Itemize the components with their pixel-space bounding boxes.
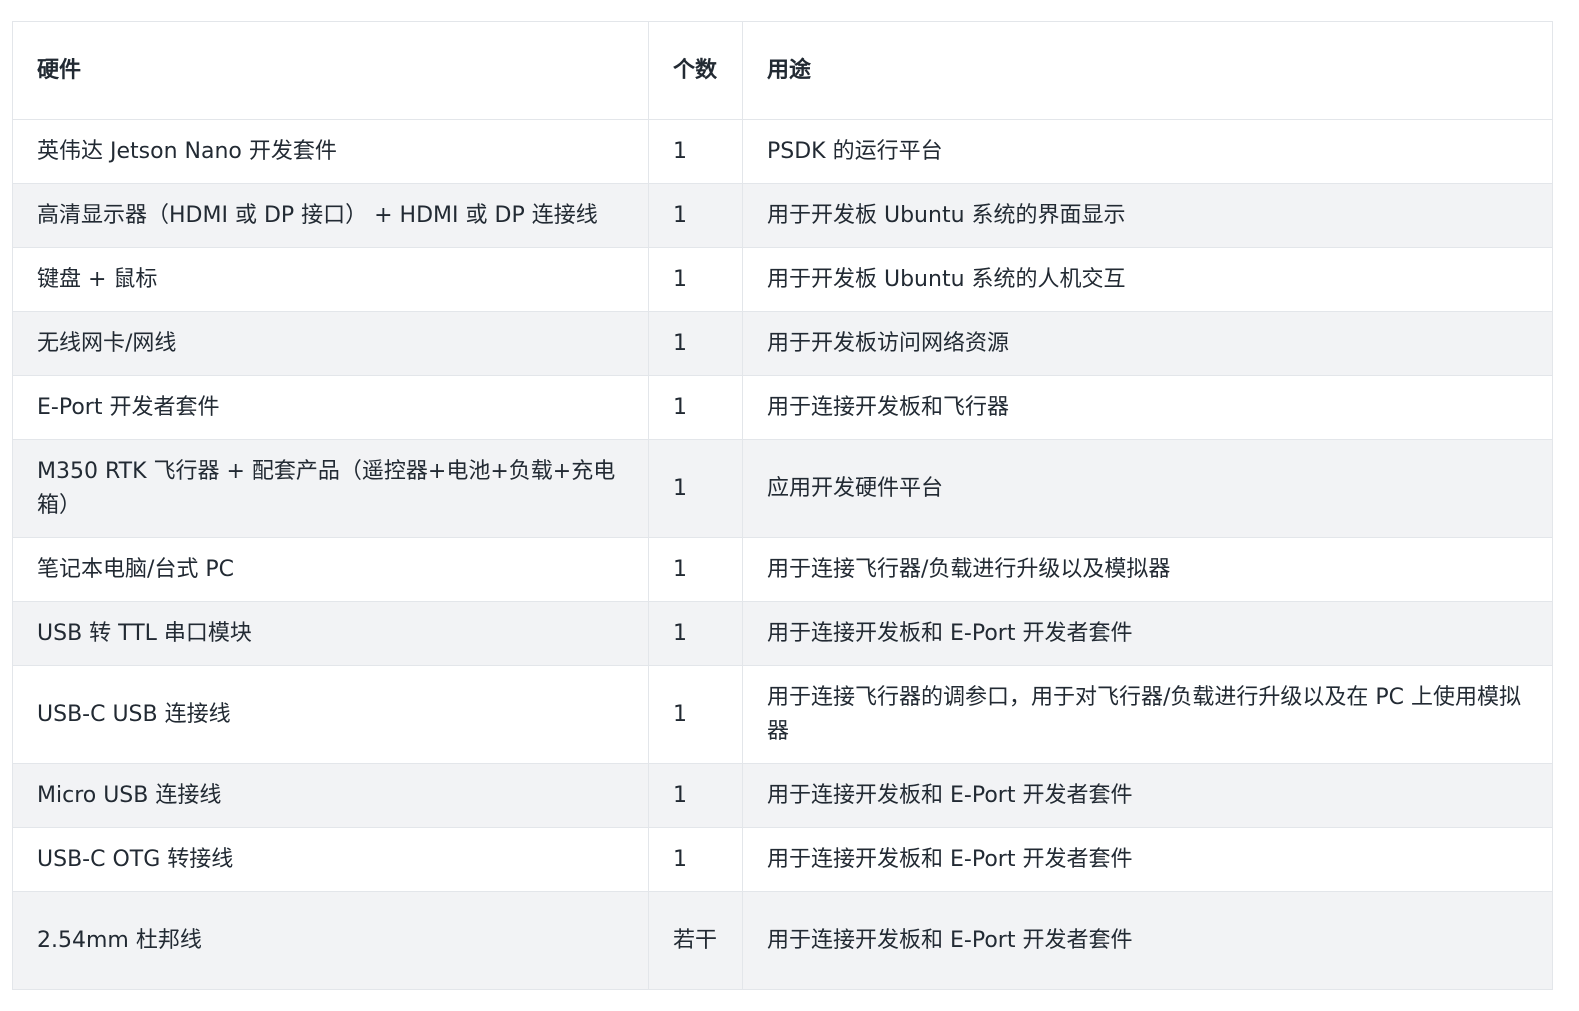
cell-usage: PSDK 的运行平台 [742,119,1553,184]
table-row: Micro USB 连接线 1 用于连接开发板和 E-Port 开发者套件 [12,763,1553,828]
hardware-table-container: 硬件 个数 用途 英伟达 Jetson Nano 开发套件 1 PSDK 的运行… [12,21,1553,990]
cell-count: 1 [648,311,743,376]
cell-usage: 用于开发板 Ubuntu 系统的人机交互 [742,247,1553,312]
cell-count: 1 [648,439,743,538]
table-row: USB 转 TTL 串口模块 1 用于连接开发板和 E-Port 开发者套件 [12,601,1553,666]
header-count: 个数 [648,21,743,120]
cell-hardware: USB-C USB 连接线 [12,665,649,764]
cell-hardware: USB 转 TTL 串口模块 [12,601,649,666]
cell-count: 1 [648,601,743,666]
cell-usage: 用于开发板 Ubuntu 系统的界面显示 [742,183,1553,248]
table-row: 键盘 + 鼠标 1 用于开发板 Ubuntu 系统的人机交互 [12,247,1553,312]
cell-hardware: 英伟达 Jetson Nano 开发套件 [12,119,649,184]
header-usage: 用途 [742,21,1553,120]
cell-hardware: 键盘 + 鼠标 [12,247,649,312]
table-row: E-Port 开发者套件 1 用于连接开发板和飞行器 [12,375,1553,440]
cell-hardware: USB-C OTG 转接线 [12,827,649,892]
cell-count: 1 [648,247,743,312]
table-row: USB-C OTG 转接线 1 用于连接开发板和 E-Port 开发者套件 [12,827,1553,892]
cell-usage: 用于连接开发板和飞行器 [742,375,1553,440]
cell-usage: 用于连接开发板和 E-Port 开发者套件 [742,601,1553,666]
cell-usage: 用于连接开发板和 E-Port 开发者套件 [742,891,1553,990]
table-row: 英伟达 Jetson Nano 开发套件 1 PSDK 的运行平台 [12,119,1553,184]
hardware-table: 硬件 个数 用途 英伟达 Jetson Nano 开发套件 1 PSDK 的运行… [12,21,1553,990]
cell-count: 1 [648,763,743,828]
cell-count: 1 [648,119,743,184]
cell-hardware: 2.54mm 杜邦线 [12,891,649,990]
table-row: M350 RTK 飞行器 + 配套产品（遥控器+电池+负载+充电箱） 1 应用开… [12,439,1553,538]
cell-count: 若干 [648,891,743,990]
table-row: USB-C USB 连接线 1 用于连接飞行器的调参口，用于对飞行器/负载进行升… [12,665,1553,764]
cell-hardware: M350 RTK 飞行器 + 配套产品（遥控器+电池+负载+充电箱） [12,439,649,538]
cell-usage: 用于连接飞行器的调参口，用于对飞行器/负载进行升级以及在 PC 上使用模拟器 [742,665,1553,764]
cell-hardware: 笔记本电脑/台式 PC [12,537,649,602]
cell-usage: 用于连接开发板和 E-Port 开发者套件 [742,763,1553,828]
cell-usage: 用于连接飞行器/负载进行升级以及模拟器 [742,537,1553,602]
cell-usage: 用于开发板访问网络资源 [742,311,1553,376]
cell-usage: 用于连接开发板和 E-Port 开发者套件 [742,827,1553,892]
cell-hardware: Micro USB 连接线 [12,763,649,828]
cell-count: 1 [648,537,743,602]
cell-hardware: 无线网卡/网线 [12,311,649,376]
cell-count: 1 [648,375,743,440]
table-row: 无线网卡/网线 1 用于开发板访问网络资源 [12,311,1553,376]
cell-count: 1 [648,665,743,764]
cell-hardware: 高清显示器（HDMI 或 DP 接口） + HDMI 或 DP 连接线 [12,183,649,248]
header-hardware: 硬件 [12,21,649,120]
table-row: 高清显示器（HDMI 或 DP 接口） + HDMI 或 DP 连接线 1 用于… [12,183,1553,248]
cell-count: 1 [648,183,743,248]
cell-count: 1 [648,827,743,892]
table-row: 笔记本电脑/台式 PC 1 用于连接飞行器/负载进行升级以及模拟器 [12,537,1553,602]
cell-usage: 应用开发硬件平台 [742,439,1553,538]
cell-hardware: E-Port 开发者套件 [12,375,649,440]
table-row: 2.54mm 杜邦线 若干 用于连接开发板和 E-Port 开发者套件 [12,891,1553,990]
table-header-row: 硬件 个数 用途 [12,21,1553,120]
